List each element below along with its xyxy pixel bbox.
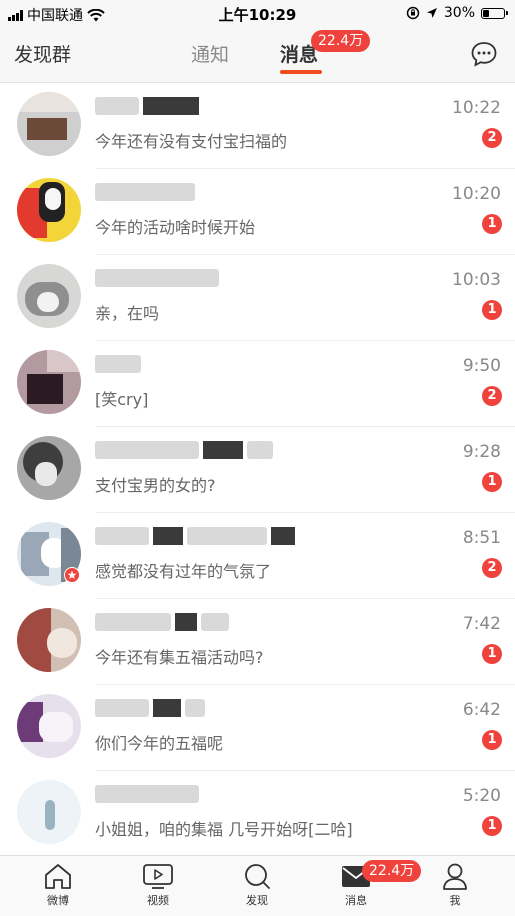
message-time: 9:50 xyxy=(462,356,501,376)
contact-name xyxy=(95,267,219,289)
conversation-item[interactable]: 10:20 今年的活动啥时候开始 1 xyxy=(0,169,515,255)
tab-video-label: 视频 xyxy=(147,894,169,907)
message-time: 8:51 xyxy=(462,528,501,548)
battery-percent: 30% xyxy=(443,5,475,21)
tab-me-label: 我 xyxy=(449,894,461,907)
avatar xyxy=(17,178,81,242)
unread-count-badge: 1 xyxy=(482,472,502,492)
status-right: 30% xyxy=(406,5,508,21)
message-list: 10:22 今年还有没有支付宝扫福的 2 10:20 今年的活动啥时候开始 1 … xyxy=(0,83,515,857)
discover-groups-button[interactable]: 发现群 xyxy=(14,40,71,67)
unread-count-badge: 2 xyxy=(482,128,502,148)
message-time: 6:42 xyxy=(462,700,501,720)
message-time: 10:20 xyxy=(452,184,501,204)
message-preview: 亲，在吗 xyxy=(95,304,160,323)
message-count-badge: 22.4万 xyxy=(311,30,371,52)
conversation-item[interactable]: 10:22 今年还有没有支付宝扫福的 2 xyxy=(0,83,515,169)
battery-icon xyxy=(481,7,508,19)
conversation-item[interactable]: 10:03 亲，在吗 1 xyxy=(0,255,515,341)
rotation-lock-icon xyxy=(406,6,420,20)
tabbar-message-badge: 22.4万 xyxy=(362,860,422,882)
tab-discover-label: 发现 xyxy=(246,894,268,907)
avatar xyxy=(17,780,81,844)
avatar xyxy=(17,608,81,672)
unread-count-badge: 1 xyxy=(482,300,502,320)
tab-video[interactable]: 视频 xyxy=(128,862,188,908)
message-preview: 今年还有集五福活动吗? xyxy=(95,648,264,667)
message-preview: 小姐姐，咱的集福 几号开始呀[二哈] xyxy=(95,820,353,839)
conversation-item[interactable]: 9:28 支付宝男的女的? 1 xyxy=(0,427,515,513)
contact-name xyxy=(95,181,195,203)
conversation-item[interactable]: 8:51 感觉都没有过年的气氛了 2 xyxy=(0,513,515,599)
user-icon xyxy=(443,863,467,890)
tab-discover[interactable]: 发现 xyxy=(227,862,287,908)
contact-name xyxy=(95,697,205,719)
active-tab-indicator xyxy=(280,70,322,74)
conversation-item[interactable]: 7:42 今年还有集五福活动吗? 1 xyxy=(0,599,515,685)
message-preview: 今年还有没有支付宝扫福的 xyxy=(95,132,288,151)
contact-name xyxy=(95,439,273,461)
contact-name xyxy=(95,525,295,547)
contact-name xyxy=(95,783,199,805)
avatar xyxy=(17,350,81,414)
home-icon xyxy=(45,864,71,889)
top-nav: 发现群 通知 消息 22.4万 xyxy=(0,26,515,83)
location-icon xyxy=(426,8,437,18)
unread-count-badge: 1 xyxy=(482,816,502,836)
message-preview: 支付宝男的女的? xyxy=(95,476,216,495)
message-time: 10:03 xyxy=(452,270,501,290)
search-icon xyxy=(245,864,270,889)
contact-name xyxy=(95,353,141,375)
tab-me[interactable]: 我 xyxy=(425,862,485,908)
message-preview: 今年的活动啥时候开始 xyxy=(95,218,256,237)
message-time: 10:22 xyxy=(452,98,501,118)
avatar xyxy=(17,264,81,328)
unread-count-badge: 1 xyxy=(482,644,502,664)
video-icon xyxy=(143,864,173,889)
contact-name xyxy=(95,95,199,117)
avatar xyxy=(17,92,81,156)
tab-notice[interactable]: 通知 xyxy=(191,40,229,67)
bottom-tab-bar: 微博 视频 发现 消息 我 xyxy=(0,855,515,916)
unread-count-badge: 1 xyxy=(482,214,502,234)
message-time: 9:28 xyxy=(462,442,501,462)
unread-count-badge: 2 xyxy=(482,558,502,578)
unread-count-badge: 1 xyxy=(482,730,502,750)
unread-count-badge: 2 xyxy=(482,386,502,406)
conversation-item[interactable]: 9:50 [笑cry] 2 xyxy=(0,341,515,427)
avatar xyxy=(17,694,81,758)
avatar xyxy=(17,436,81,500)
conversation-item[interactable]: 5:20 小姐姐，咱的集福 几号开始呀[二哈] 1 xyxy=(0,771,515,857)
message-preview: 你们今年的五福呢 xyxy=(95,734,224,753)
contact-name xyxy=(95,611,229,633)
tab-message-label: 消息 xyxy=(345,894,367,907)
tab-home[interactable]: 微博 xyxy=(28,862,88,908)
message-time: 5:20 xyxy=(462,786,501,806)
message-preview: 感觉都没有过年的气氛了 xyxy=(95,562,272,581)
message-time: 7:42 xyxy=(462,614,501,634)
chat-icon[interactable] xyxy=(470,40,498,68)
status-bar: 中国联通 上午10:29 30% xyxy=(0,0,515,26)
conversation-item[interactable]: 6:42 你们今年的五福呢 1 xyxy=(0,685,515,771)
verified-badge-icon xyxy=(64,567,80,583)
message-preview: [笑cry] xyxy=(95,390,149,409)
tab-home-label: 微博 xyxy=(47,894,69,907)
